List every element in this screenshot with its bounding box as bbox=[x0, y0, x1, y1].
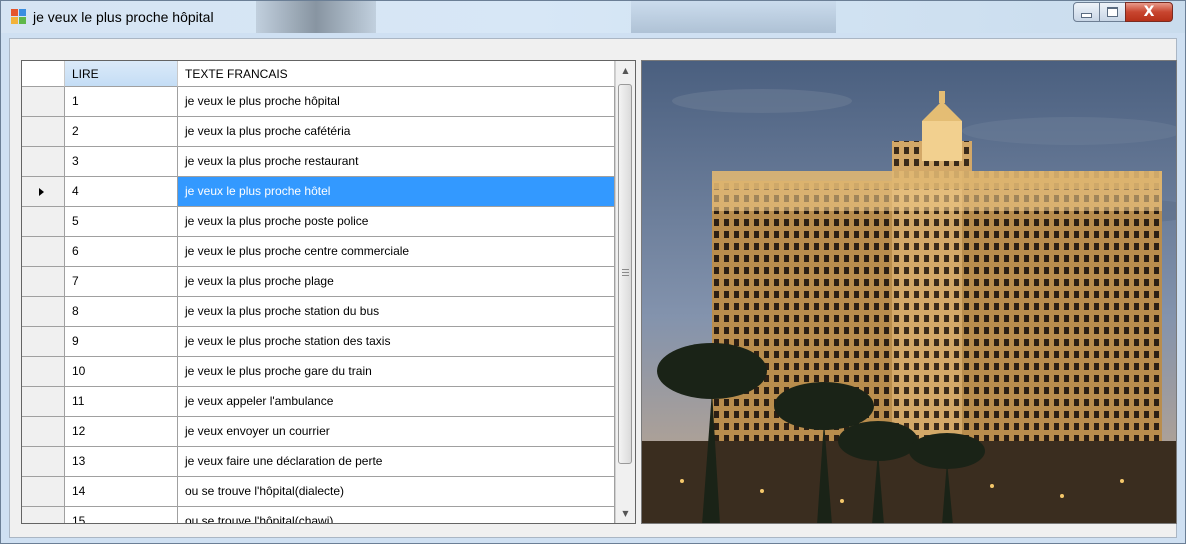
cell-lire[interactable]: 7 bbox=[65, 267, 178, 297]
scroll-down-arrow-icon[interactable]: ▼ bbox=[616, 504, 635, 523]
row-header-cell[interactable] bbox=[22, 507, 65, 523]
grid-row[interactable]: 4 je veux le plus proche hôtel bbox=[22, 177, 615, 207]
cell-lire[interactable]: 10 bbox=[65, 357, 178, 387]
cell-lire[interactable]: 12 bbox=[65, 417, 178, 447]
maximize-button[interactable] bbox=[1099, 2, 1126, 22]
grid-row[interactable]: 6 je veux le plus proche centre commercia… bbox=[22, 237, 615, 267]
current-row-arrow-icon bbox=[39, 188, 44, 196]
cell-lire[interactable]: 6 bbox=[65, 237, 178, 267]
row-header-corner[interactable] bbox=[22, 61, 65, 87]
row-header-cell[interactable] bbox=[22, 357, 65, 387]
row-header-cell[interactable] bbox=[22, 297, 65, 327]
grid-row[interactable]: 1 je veux le plus proche hôpital bbox=[22, 87, 615, 117]
cell-lire[interactable]: 1 bbox=[65, 87, 178, 117]
cell-lire[interactable]: 8 bbox=[65, 297, 178, 327]
close-icon: X bbox=[1143, 4, 1155, 20]
grid-row[interactable]: 3 je veux la plus proche restaurant bbox=[22, 147, 615, 177]
column-header-texte-francais[interactable]: TEXTE FRANCAIS bbox=[178, 61, 615, 87]
row-header-cell[interactable] bbox=[22, 177, 65, 207]
minimize-button[interactable] bbox=[1073, 2, 1100, 22]
minimize-icon bbox=[1081, 13, 1092, 18]
cell-lire[interactable]: 4 bbox=[65, 177, 178, 207]
cell-texte-francais[interactable]: je veux le plus proche station des taxis bbox=[178, 327, 615, 357]
cell-texte-francais[interactable]: je veux le plus proche hôtel bbox=[178, 177, 615, 207]
grid-row[interactable]: 9 je veux le plus proche station des taxi… bbox=[22, 327, 615, 357]
grid-row[interactable]: 10 je veux le plus proche gare du train bbox=[22, 357, 615, 387]
cell-lire[interactable]: 2 bbox=[65, 117, 178, 147]
cell-texte-francais[interactable]: je veux la plus proche plage bbox=[178, 267, 615, 297]
cell-texte-francais[interactable]: je veux la plus proche station du bus bbox=[178, 297, 615, 327]
row-header-cell[interactable] bbox=[22, 237, 65, 267]
cell-texte-francais[interactable]: je veux la plus proche cafétéria bbox=[178, 117, 615, 147]
grid-row[interactable]: 13 je veux faire une déclaration de perte bbox=[22, 447, 615, 477]
cell-texte-francais[interactable]: je veux faire une déclaration de perte bbox=[178, 447, 615, 477]
grid-row[interactable]: 12 je veux envoyer un courrier bbox=[22, 417, 615, 447]
cell-texte-francais[interactable]: je veux la plus proche restaurant bbox=[178, 147, 615, 177]
row-header-cell[interactable] bbox=[22, 117, 65, 147]
title-bar[interactable]: je veux le plus proche hôpital X bbox=[1, 1, 1185, 33]
cell-texte-francais[interactable]: je veux le plus proche gare du train bbox=[178, 357, 615, 387]
grid-row[interactable]: 8 je veux la plus proche station du bus bbox=[22, 297, 615, 327]
titlebar-backdrop bbox=[256, 1, 376, 33]
grip-icon bbox=[622, 269, 629, 277]
cell-texte-francais[interactable]: je veux envoyer un courrier bbox=[178, 417, 615, 447]
grid-row[interactable]: 7 je veux la plus proche plage bbox=[22, 267, 615, 297]
grid-row[interactable]: 11 je veux appeler l'ambulance bbox=[22, 387, 615, 417]
cell-lire[interactable]: 13 bbox=[65, 447, 178, 477]
row-header-cell[interactable] bbox=[22, 267, 65, 297]
cell-lire[interactable]: 9 bbox=[65, 327, 178, 357]
grid-row[interactable]: 15 ou se trouve l'hôpital(chawi) bbox=[22, 507, 615, 523]
vertical-scrollbar[interactable]: ▲ ▼ bbox=[615, 61, 635, 523]
scroll-thumb[interactable] bbox=[618, 84, 632, 464]
cell-texte-francais[interactable]: je veux appeler l'ambulance bbox=[178, 387, 615, 417]
titlebar-backdrop bbox=[631, 1, 836, 33]
form-app-icon[interactable] bbox=[11, 9, 27, 25]
cell-lire[interactable]: 3 bbox=[65, 147, 178, 177]
hotel-building-photo bbox=[641, 60, 1177, 524]
grid-row[interactable]: 5 je veux la plus proche poste police bbox=[22, 207, 615, 237]
maximize-icon bbox=[1107, 7, 1118, 17]
cell-texte-francais[interactable]: ou se trouve l'hôpital(chawi) bbox=[178, 507, 615, 523]
row-header-cell[interactable] bbox=[22, 147, 65, 177]
cell-lire[interactable]: 11 bbox=[65, 387, 178, 417]
cell-texte-francais[interactable]: je veux le plus proche centre commercial… bbox=[178, 237, 615, 267]
row-header-cell[interactable] bbox=[22, 477, 65, 507]
grid-row[interactable]: 14 ou se trouve l'hôpital(dialecte) bbox=[22, 477, 615, 507]
close-button[interactable]: X bbox=[1125, 2, 1173, 22]
data-grid[interactable]: LIRE TEXTE FRANCAIS 1 je veux le plus pro… bbox=[21, 60, 636, 524]
window-title: je veux le plus proche hôpital bbox=[33, 9, 214, 25]
cell-texte-francais[interactable]: je veux la plus proche poste police bbox=[178, 207, 615, 237]
cell-lire[interactable]: 15 bbox=[65, 507, 178, 523]
row-header-cell[interactable] bbox=[22, 447, 65, 477]
row-header-cell[interactable] bbox=[22, 87, 65, 117]
row-header-cell[interactable] bbox=[22, 387, 65, 417]
scroll-up-arrow-icon[interactable]: ▲ bbox=[616, 61, 635, 80]
row-header-cell[interactable] bbox=[22, 327, 65, 357]
app-window: je veux le plus proche hôpital X LIRE TE… bbox=[0, 0, 1186, 544]
grid-row[interactable]: 2 je veux la plus proche cafétéria bbox=[22, 117, 615, 147]
column-header-lire[interactable]: LIRE bbox=[65, 61, 178, 87]
cell-texte-francais[interactable]: je veux le plus proche hôpital bbox=[178, 87, 615, 117]
row-header-cell[interactable] bbox=[22, 417, 65, 447]
cell-lire[interactable]: 5 bbox=[65, 207, 178, 237]
cell-texte-francais[interactable]: ou se trouve l'hôpital(dialecte) bbox=[178, 477, 615, 507]
cell-lire[interactable]: 14 bbox=[65, 477, 178, 507]
row-header-cell[interactable] bbox=[22, 207, 65, 237]
